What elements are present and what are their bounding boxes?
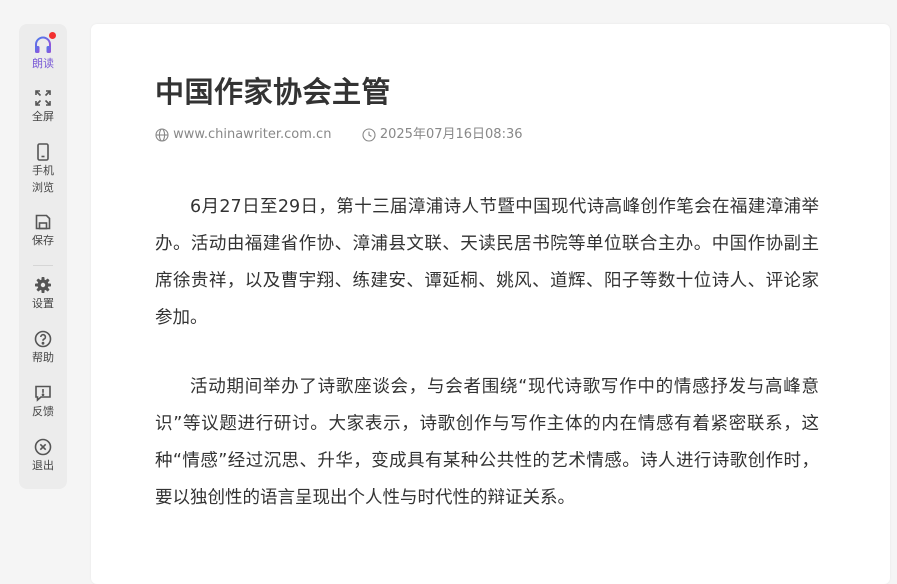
close-circle-icon	[19, 437, 67, 457]
mobile-view-label-line2: 浏览	[32, 181, 54, 194]
headphones-icon	[19, 32, 67, 55]
fullscreen-label: 全屏	[32, 110, 54, 123]
feedback-icon	[19, 383, 67, 403]
exit-button[interactable]: 退出	[19, 437, 67, 474]
reader-toolbar: 朗读 全屏 手机 浏览 保存 设置 帮助 反馈 退出	[19, 24, 67, 489]
mobile-view-label-line1: 手机	[32, 164, 54, 177]
article-source: www.chinawriter.com.cn	[173, 127, 332, 142]
article-paragraph: 6月27日至29日，第十三届漳浦诗人节暨中国现代诗高峰创作笔会在福建漳浦举办。活…	[155, 197, 819, 328]
help-label: 帮助	[32, 351, 54, 364]
article-paragraph: 活动期间举办了诗歌座谈会，与会者围绕“现代诗歌写作中的情感抒发与高峰意识”等议题…	[155, 377, 819, 508]
notification-badge	[49, 32, 56, 39]
save-icon	[19, 212, 67, 232]
toolbar-divider	[33, 265, 53, 266]
read-aloud-label: 朗读	[32, 57, 54, 70]
article-meta: www.chinawriter.com.cn 2025年07月16日08:36	[155, 125, 523, 145]
help-icon	[19, 329, 67, 349]
mobile-icon	[19, 142, 67, 162]
gear-icon	[19, 275, 67, 295]
read-aloud-button[interactable]: 朗读	[19, 32, 67, 72]
clock-icon	[362, 125, 376, 145]
save-button[interactable]: 保存	[19, 212, 67, 249]
globe-icon	[155, 125, 169, 145]
exit-label: 退出	[32, 459, 54, 472]
mobile-view-button[interactable]: 手机 浏览	[19, 142, 67, 196]
save-label: 保存	[32, 234, 54, 247]
settings-label: 设置	[32, 297, 54, 310]
feedback-label: 反馈	[32, 405, 54, 418]
article-title: 中国作家协会主管	[155, 75, 392, 109]
article-card: 中国作家协会主管 www.chinawriter.com.cn 2025年07月…	[91, 24, 890, 584]
settings-button[interactable]: 设置	[19, 275, 67, 312]
article-body: 6月27日至29日，第十三届漳浦诗人节暨中国现代诗高峰创作笔会在福建漳浦举办。活…	[155, 189, 819, 549]
fullscreen-icon	[19, 88, 67, 108]
fullscreen-button[interactable]: 全屏	[19, 88, 67, 125]
article-datetime: 2025年07月16日08:36	[379, 127, 523, 142]
feedback-button[interactable]: 反馈	[19, 383, 67, 420]
help-button[interactable]: 帮助	[19, 329, 67, 366]
